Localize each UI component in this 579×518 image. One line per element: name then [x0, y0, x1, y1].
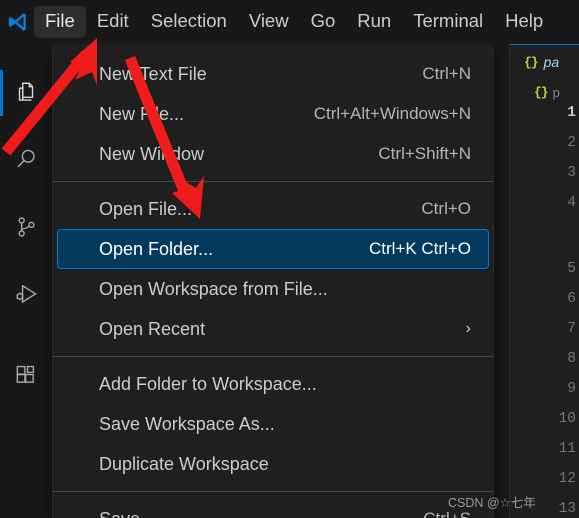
- editor-line-number-gutter: 1 2 3 4 5 6 7 8 9 10 11 12 13: [510, 105, 579, 518]
- line-number: 1: [567, 105, 576, 121]
- json-file-icon: {}: [524, 54, 539, 70]
- line-number: 10: [558, 411, 576, 427]
- line-number: 5: [567, 261, 576, 277]
- editor-pane: {} pa {} p 1 2 3 4 5 6 7 8 9 10 11 12 13: [509, 44, 579, 518]
- menubar-item-selection[interactable]: Selection: [140, 6, 238, 38]
- menu-item-label: New File...: [99, 103, 185, 124]
- menu-item-shortcut: Ctrl+Alt+Windows+N: [313, 104, 471, 123]
- activitybar-item-explorer[interactable]: [0, 62, 52, 124]
- menu-item-open-file[interactable]: Open File... Ctrl+O: [57, 189, 489, 229]
- menu-item-shortcut: Ctrl+K Ctrl+O: [368, 239, 471, 258]
- menu-item-shortcut: Ctrl+O: [421, 199, 471, 218]
- menu-item-open-folder[interactable]: Open Folder... Ctrl+K Ctrl+O: [57, 229, 489, 269]
- menu-item-label: Add Folder to Workspace...: [99, 373, 317, 394]
- line-number: 9: [567, 381, 576, 397]
- menu-item-label: Open Workspace from File...: [99, 278, 328, 299]
- menubar-item-run[interactable]: Run: [346, 6, 402, 38]
- json-file-icon: {}: [534, 84, 549, 100]
- menu-item-new-text-file[interactable]: New Text File Ctrl+N: [57, 54, 489, 94]
- editor-tab[interactable]: {} pa: [510, 44, 579, 79]
- menu-item-shortcut: Ctrl+N: [422, 64, 471, 83]
- vscode-logo-icon: [0, 0, 34, 44]
- line-number: 3: [567, 165, 576, 181]
- menu-item-add-folder-to-workspace[interactable]: Add Folder to Workspace...: [57, 364, 489, 404]
- menu-item-label: Save: [99, 509, 140, 518]
- file-menu-dropdown: New Text File Ctrl+N New File... Ctrl+Alt+W…: [52, 44, 494, 518]
- run-debug-icon: [15, 283, 37, 303]
- menubar-item-go[interactable]: Go: [300, 6, 347, 38]
- menu-item-open-recent[interactable]: Open Recent ›: [57, 309, 489, 349]
- watermark: CSDN @☆七年: [448, 496, 536, 510]
- menu-item-label: New Text File: [99, 63, 207, 84]
- menubar-item-edit[interactable]: Edit: [86, 6, 140, 38]
- line-number: 8: [567, 351, 576, 367]
- extensions-icon: [16, 365, 35, 383]
- activitybar-item-run-and-debug[interactable]: [0, 263, 52, 325]
- menu-item-label: Open Recent: [99, 318, 206, 339]
- files-icon: [18, 82, 34, 101]
- menu-item-new-window[interactable]: New Window Ctrl+Shift+N: [57, 134, 489, 174]
- activity-bar: [0, 44, 53, 518]
- line-number: 6: [567, 291, 576, 307]
- active-indicator: [0, 136, 3, 182]
- line-number: 11: [558, 441, 576, 457]
- menu-separator: [53, 181, 493, 182]
- menu-item-label: Save Workspace As...: [99, 413, 275, 434]
- line-number: 13: [558, 501, 576, 517]
- menu-item-shortcut: Ctrl+Shift+N: [378, 144, 471, 163]
- menu-bar: File Edit Selection View Go Run Terminal…: [34, 0, 554, 44]
- editor-tab-row: {} pa: [510, 44, 579, 79]
- active-indicator: [0, 70, 3, 116]
- activitybar-item-extensions[interactable]: [0, 344, 52, 406]
- activitybar-item-source-control[interactable]: [0, 196, 52, 258]
- menubar-item-terminal[interactable]: Terminal: [402, 6, 494, 38]
- menu-item-new-file[interactable]: New File... Ctrl+Alt+Windows+N: [57, 94, 489, 134]
- menu-item-save[interactable]: SaveCtrl+S: [57, 499, 489, 518]
- vscode-logo-glyph: [8, 13, 26, 31]
- menu-item-label: Open File...: [99, 198, 193, 219]
- line-number: 12: [558, 471, 576, 487]
- menu-item-duplicate-workspace[interactable]: Duplicate Workspace: [57, 444, 489, 484]
- menu-item-label: Open Folder...: [99, 238, 214, 259]
- search-icon: [17, 149, 35, 168]
- editor-tab-label: pa: [543, 54, 560, 70]
- menu-item-open-workspace-from-file[interactable]: Open Workspace from File...: [57, 269, 489, 309]
- line-number: 2: [567, 135, 576, 151]
- source-control-icon: [18, 217, 35, 237]
- title-bar: File Edit Selection View Go Run Terminal…: [0, 0, 579, 44]
- menu-item-label: New Window: [99, 143, 205, 164]
- menu-item-save-workspace-as[interactable]: Save Workspace As...: [57, 404, 489, 444]
- active-indicator: [0, 204, 3, 250]
- menubar-item-help[interactable]: Help: [494, 6, 554, 38]
- line-number: 7: [567, 321, 576, 337]
- active-indicator: [0, 271, 3, 317]
- line-number: 4: [567, 195, 576, 211]
- menubar-item-file[interactable]: File: [34, 6, 86, 38]
- breadcrumb-label: p: [552, 84, 560, 100]
- chevron-right-icon: ›: [465, 320, 471, 337]
- menu-separator: [53, 356, 493, 357]
- breadcrumb[interactable]: {} p: [510, 79, 579, 105]
- vscode-window: {} pa {} p 1 2 3 4 5 6 7 8 9 10 11 12 13 File Edit S…: [0, 0, 579, 518]
- menu-separator: [53, 491, 493, 492]
- menubar-item-view[interactable]: View: [238, 6, 300, 38]
- activitybar-item-search[interactable]: [0, 128, 52, 190]
- active-indicator: [0, 352, 3, 398]
- menu-item-label: Duplicate Workspace: [99, 453, 269, 474]
